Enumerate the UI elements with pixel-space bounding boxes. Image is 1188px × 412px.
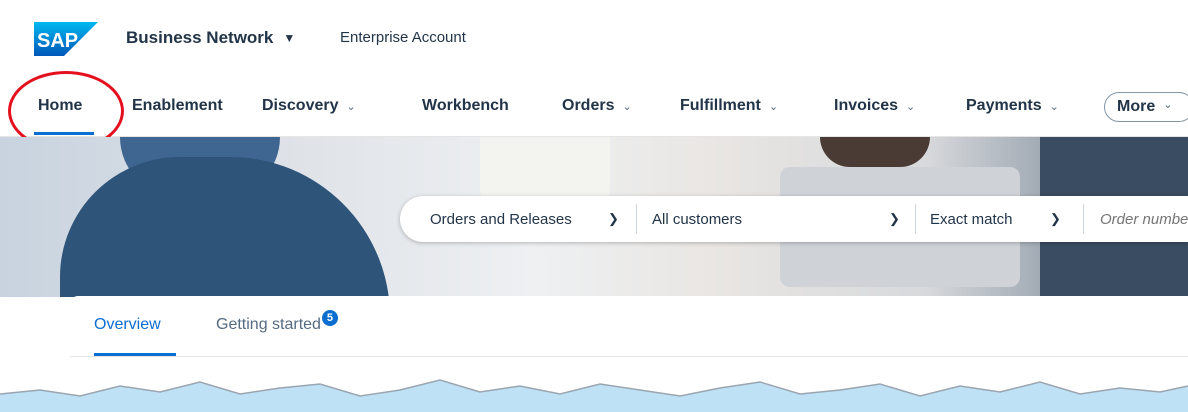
chevron-down-icon: ⌄ <box>346 100 356 113</box>
home-tabs: Overview Getting started 5 <box>70 296 1188 357</box>
document-type-value: Orders and Releases <box>430 210 572 228</box>
hero-decor <box>820 137 930 167</box>
nav-item-discovery[interactable]: Discovery ⌄ <box>262 97 356 115</box>
main-navigation: Home Enablement Discovery ⌄ Workbench Or… <box>0 80 1188 137</box>
sap-business-network-screen: SAP Business Network ▼ Enterprise Accoun… <box>0 0 1188 412</box>
chevron-down-icon: ⌄ <box>1049 100 1059 113</box>
account-type-label: Enterprise Account <box>340 29 466 46</box>
customer-select[interactable]: All customers ❯ <box>637 196 915 242</box>
notification-count-badge: 5 <box>321 310 338 326</box>
nav-item-label: Orders <box>562 97 615 114</box>
nav-item-label: Enablement <box>132 97 223 114</box>
order-number-field[interactable] <box>1084 196 1188 242</box>
caret-down-icon: ▼ <box>283 31 296 45</box>
sap-logo-text: SAP <box>37 30 78 52</box>
nav-item-label: Discovery <box>262 97 339 114</box>
nav-item-home[interactable]: Home <box>38 97 82 115</box>
active-tab-indicator <box>94 353 176 356</box>
chevron-down-icon: ❯ <box>889 211 900 226</box>
nav-item-label: Payments <box>966 97 1042 114</box>
match-mode-select[interactable]: Exact match ❯ <box>916 196 1083 242</box>
nav-item-label: Workbench <box>422 97 509 114</box>
chevron-down-icon: ❯ <box>608 211 619 226</box>
more-button-label: More <box>1117 98 1156 115</box>
more-menu-button[interactable]: More ⌄ <box>1104 92 1188 122</box>
brand-switcher[interactable]: Business Network ▼ <box>126 28 295 48</box>
customer-value: All customers <box>652 210 743 228</box>
nav-item-invoices[interactable]: Invoices ⌄ <box>834 97 915 115</box>
nav-item-fulfillment[interactable]: Fulfillment ⌄ <box>680 97 778 115</box>
nav-item-label: Home <box>38 97 83 114</box>
document-type-select[interactable]: Orders and Releases ❯ <box>400 196 636 242</box>
hero-decor <box>60 157 390 297</box>
tab-overview[interactable]: Overview <box>94 316 161 334</box>
tab-label: Overview <box>94 316 161 333</box>
nav-item-payments[interactable]: Payments ⌄ <box>966 97 1059 115</box>
nav-item-label: Fulfillment <box>680 97 761 114</box>
document-search-bar: Orders and Releases ❯ All customers ❯ Ex… <box>400 196 1188 242</box>
nav-item-workbench[interactable]: Workbench <box>422 97 509 115</box>
nav-item-enablement[interactable]: Enablement <box>132 97 223 115</box>
brand-label: Business Network <box>126 28 274 47</box>
chevron-down-icon: ⌄ <box>1163 99 1173 111</box>
chevron-down-icon: ⌄ <box>906 100 916 113</box>
nav-item-label: Invoices <box>834 97 899 114</box>
active-nav-indicator <box>34 132 94 135</box>
chevron-down-icon: ❯ <box>1050 211 1061 226</box>
chevron-down-icon: ⌄ <box>768 100 779 113</box>
sap-logo[interactable]: SAP <box>34 22 98 56</box>
chevron-down-icon: ⌄ <box>622 100 632 113</box>
nav-item-orders[interactable]: Orders ⌄ <box>562 97 632 115</box>
shell-bar: SAP Business Network ▼ Enterprise Accoun… <box>0 0 1188 78</box>
tab-label: Getting started <box>216 316 321 333</box>
order-number-input[interactable] <box>1098 209 1188 229</box>
torn-edge-decoration <box>0 379 1188 412</box>
match-mode-value: Exact match <box>930 210 1013 228</box>
tab-getting-started[interactable]: Getting started 5 <box>216 310 338 334</box>
